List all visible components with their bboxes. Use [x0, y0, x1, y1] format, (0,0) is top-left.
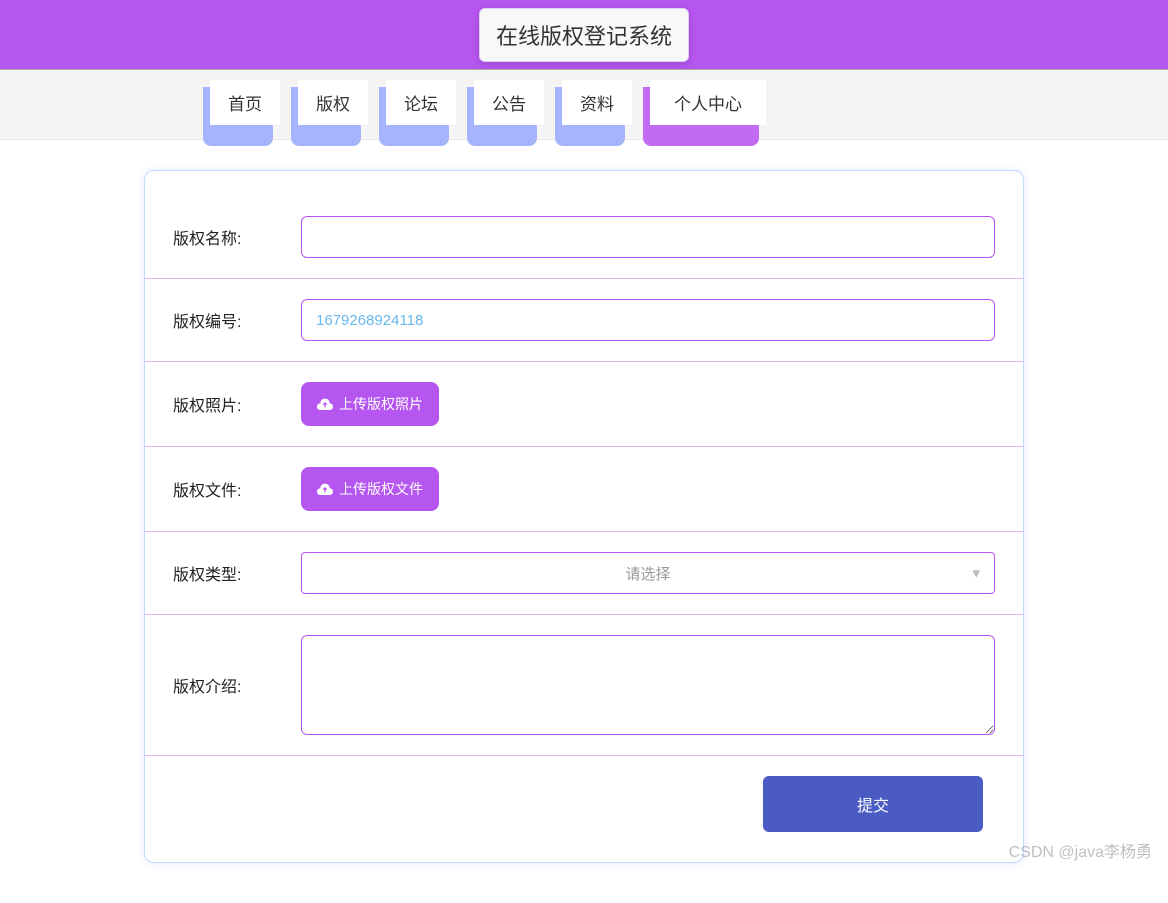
label-copyright-number: 版权编号: [173, 308, 301, 332]
textarea-copyright-intro[interactable] [301, 635, 995, 735]
header-bar: 在线版权登记系统 [0, 0, 1168, 70]
page-title: 在线版权登记系统 [479, 8, 689, 62]
nav-item-label: 论坛 [386, 80, 456, 125]
nav-item-label: 版权 [298, 80, 368, 125]
form-wrapper: 版权名称: 版权编号: 版权照片: 上传版权照片 版权文件: 上传版权文件 版权… [0, 140, 1168, 903]
nav-item-forum[interactable]: 论坛 [386, 80, 456, 139]
upload-file-button[interactable]: 上传版权文件 [301, 467, 439, 511]
row-copyright-photo: 版权照片: 上传版权照片 [145, 362, 1023, 447]
upload-photo-button[interactable]: 上传版权照片 [301, 382, 439, 426]
nav-item-label: 个人中心 [650, 80, 766, 125]
row-copyright-file: 版权文件: 上传版权文件 [145, 447, 1023, 532]
upload-photo-label: 上传版权照片 [339, 394, 423, 414]
nav-item-label: 公告 [474, 80, 544, 125]
cloud-upload-icon [317, 483, 333, 495]
row-copyright-type: 版权类型: 请选择 ▾ [145, 532, 1023, 615]
nav-item-notice[interactable]: 公告 [474, 80, 544, 139]
nav-item-label: 首页 [210, 80, 280, 125]
nav-bar: 首页 版权 论坛 公告 资料 个人中心 [0, 70, 1168, 140]
input-copyright-name[interactable] [301, 216, 995, 258]
chevron-down-icon: ▾ [972, 564, 980, 582]
input-copyright-number[interactable] [301, 299, 995, 341]
label-copyright-file: 版权文件: [173, 477, 301, 501]
label-copyright-type: 版权类型: [173, 561, 301, 585]
submit-row: 提交 [145, 756, 1023, 832]
select-placeholder: 请选择 [625, 563, 670, 584]
upload-file-label: 上传版权文件 [339, 479, 423, 499]
watermark: CSDN @java李杨勇 [1009, 838, 1152, 862]
nav-item-profile[interactable]: 个人中心 [650, 80, 766, 139]
nav-item-label: 资料 [562, 80, 632, 125]
form-card: 版权名称: 版权编号: 版权照片: 上传版权照片 版权文件: 上传版权文件 版权… [144, 170, 1024, 863]
select-copyright-type[interactable]: 请选择 ▾ [301, 552, 995, 594]
submit-button[interactable]: 提交 [763, 776, 983, 832]
row-copyright-number: 版权编号: [145, 279, 1023, 362]
label-copyright-intro: 版权介绍: [173, 673, 301, 697]
row-copyright-name: 版权名称: [145, 196, 1023, 279]
label-copyright-name: 版权名称: [173, 225, 301, 249]
label-copyright-photo: 版权照片: [173, 392, 301, 416]
nav-item-copyright[interactable]: 版权 [298, 80, 368, 139]
row-copyright-intro: 版权介绍: [145, 615, 1023, 756]
cloud-upload-icon [317, 398, 333, 410]
nav-item-material[interactable]: 资料 [562, 80, 632, 139]
nav-item-home[interactable]: 首页 [210, 80, 280, 139]
